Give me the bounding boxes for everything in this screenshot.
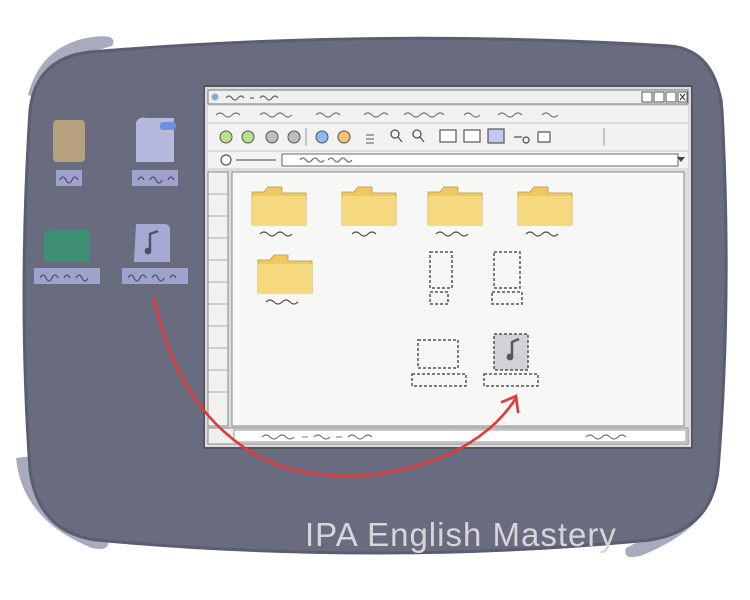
document-icon-tan[interactable] bbox=[53, 120, 85, 186]
address-icon bbox=[220, 154, 232, 166]
go-icon[interactable] bbox=[241, 130, 255, 144]
stop-icon[interactable] bbox=[265, 130, 279, 144]
file-window bbox=[203, 85, 693, 449]
globe-icon[interactable] bbox=[315, 130, 329, 144]
go-icon[interactable] bbox=[219, 130, 233, 144]
watermark: IPA English Mastery bbox=[305, 516, 617, 553]
view-icon[interactable] bbox=[439, 129, 457, 143]
app-icon bbox=[211, 93, 219, 101]
address-input bbox=[281, 153, 679, 167]
address-bar[interactable] bbox=[208, 152, 688, 168]
menu-bar[interactable] bbox=[208, 106, 688, 122]
maximize-icon[interactable] bbox=[665, 91, 677, 103]
stop-icon[interactable] bbox=[287, 130, 301, 144]
status-bar bbox=[207, 427, 689, 445]
help-icon[interactable] bbox=[641, 91, 653, 103]
globe-icon[interactable] bbox=[337, 130, 351, 144]
tag-icon[interactable] bbox=[537, 131, 551, 143]
minimize-icon[interactable] bbox=[653, 91, 665, 103]
view-icon[interactable] bbox=[463, 129, 481, 143]
illustration bbox=[16, 36, 728, 557]
title-bar[interactable] bbox=[207, 89, 689, 105]
document-icon-lavender[interactable] bbox=[132, 117, 178, 187]
folder-tree-pane[interactable] bbox=[207, 171, 229, 427]
toolbar bbox=[208, 124, 688, 150]
view-icon[interactable] bbox=[487, 128, 505, 144]
